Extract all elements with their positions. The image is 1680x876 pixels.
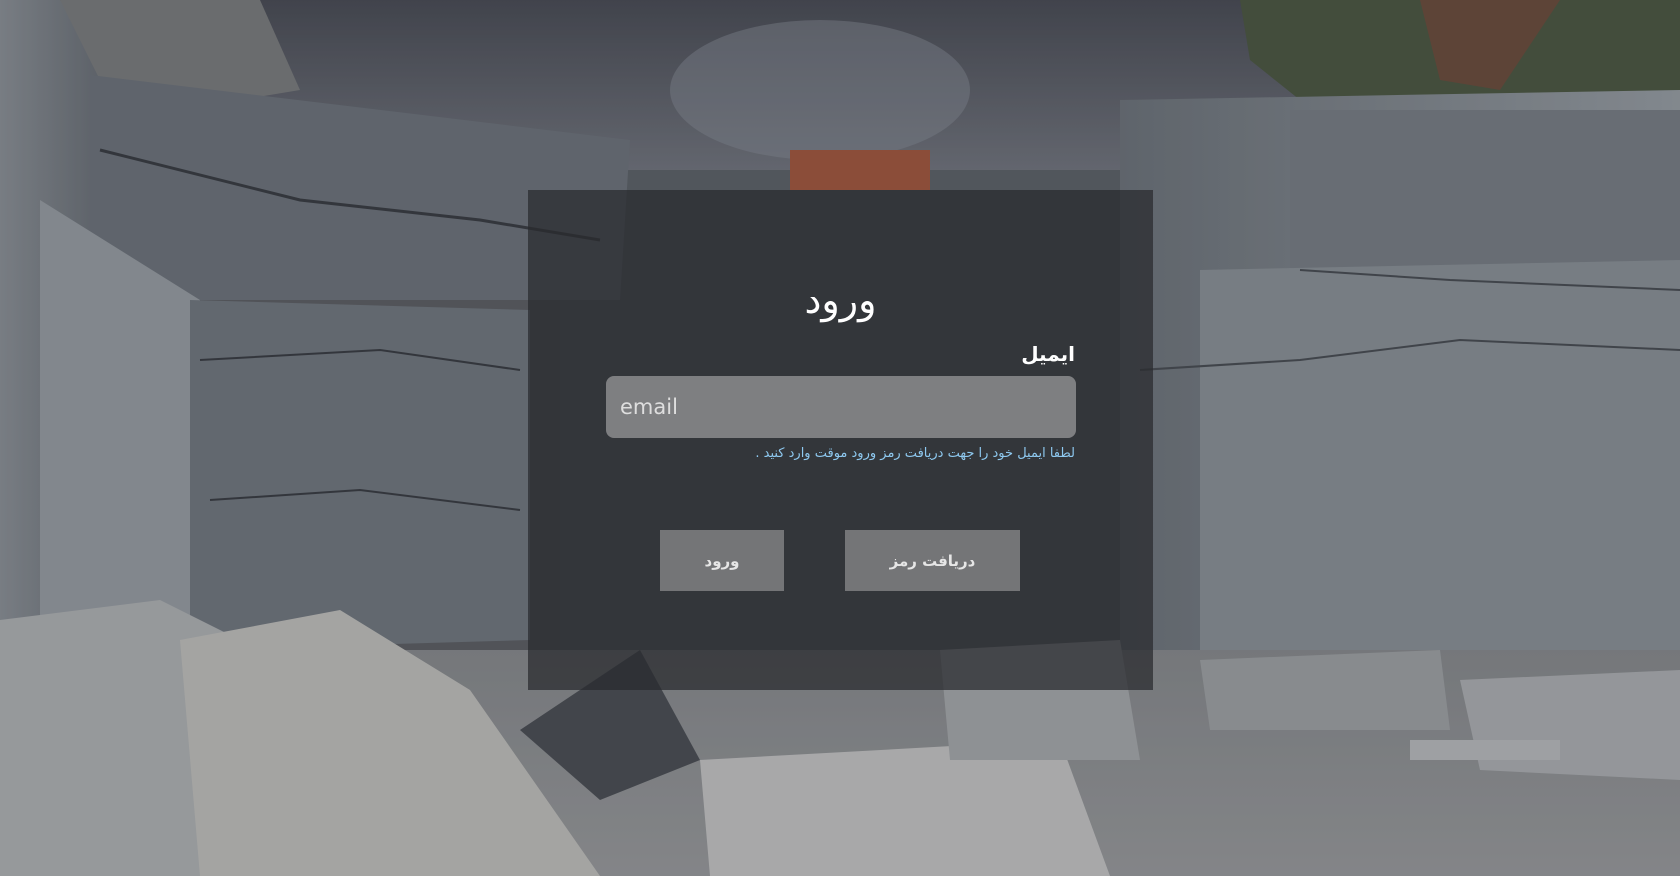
email-input[interactable] [606,376,1076,438]
email-hint-text: لطفا ایمیل خود را جهت دریافت رمز ورود مو… [755,446,1075,461]
login-button[interactable]: ورود [660,530,784,591]
login-title: ورود [804,278,877,322]
login-panel: ورود ایمیل لطفا ایمیل خود را جهت دریافت … [528,190,1153,690]
email-label: ایمیل [1021,342,1075,366]
login-page: ورود ایمیل لطفا ایمیل خود را جهت دریافت … [0,0,1680,876]
get-code-button[interactable]: دریافت رمز [845,530,1020,591]
